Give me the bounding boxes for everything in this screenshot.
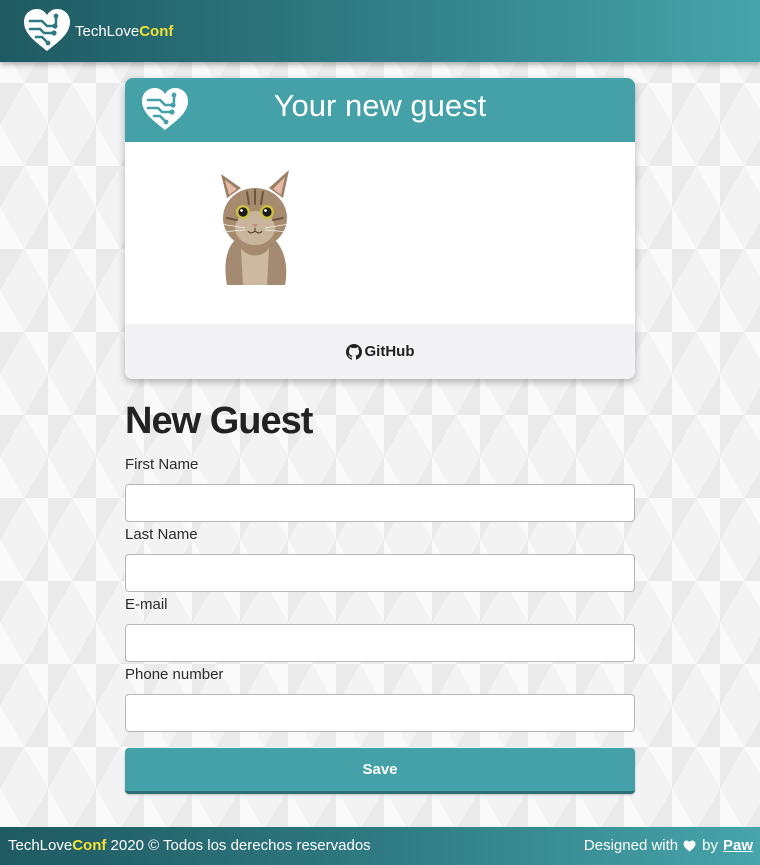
badge-header: Your new guest xyxy=(125,78,635,142)
heart-icon xyxy=(683,840,696,851)
badge-footer: GitHub xyxy=(125,324,635,379)
last-name-label: Last Name xyxy=(125,526,198,543)
first-name-label: First Name xyxy=(125,456,199,473)
save-button[interactable]: Save xyxy=(125,748,635,794)
phone-number-field[interactable] xyxy=(125,694,635,732)
github-icon xyxy=(345,343,362,360)
author-link[interactable]: Paw xyxy=(723,837,753,854)
brand-link[interactable]: TechLoveConf xyxy=(22,6,173,54)
page-footer: TechLoveConf 2020 © Todos los derechos r… xyxy=(0,827,760,865)
footer-brand-primary: TechLove xyxy=(8,837,73,854)
footer-copyright: TechLoveConf 2020 © Todos los derechos r… xyxy=(8,837,371,854)
brand-name: TechLoveConf xyxy=(75,23,173,40)
footer-year: 2020 xyxy=(110,837,144,854)
heart-circuit-logo-icon xyxy=(24,9,70,51)
github-link[interactable]: GitHub xyxy=(345,343,415,360)
footer-credits: Designed with by Paw xyxy=(584,837,753,854)
badge-title: Your new guest xyxy=(273,88,487,123)
badge-body xyxy=(125,142,635,324)
phone-number-label: Phone number xyxy=(125,666,224,683)
github-label: GitHub xyxy=(364,343,415,360)
by-text: by xyxy=(702,837,718,854)
brand-primary: TechLove xyxy=(75,22,140,40)
email-field[interactable] xyxy=(125,624,635,662)
email-label: E-mail xyxy=(125,596,168,613)
designed-with-text: Designed with xyxy=(583,837,679,854)
cat-photo-icon xyxy=(217,168,293,285)
form-title: New Guest xyxy=(125,400,313,442)
first-name-field[interactable] xyxy=(125,484,635,522)
brand-accent: Conf xyxy=(139,22,174,40)
last-name-field[interactable] xyxy=(125,554,635,592)
guest-badge: Your new guest GitHub xyxy=(125,78,635,379)
footer-rights: © Todos los derechos reservados xyxy=(148,837,371,854)
footer-brand-accent: Conf xyxy=(72,837,107,854)
top-navbar: TechLoveConf xyxy=(0,0,760,62)
